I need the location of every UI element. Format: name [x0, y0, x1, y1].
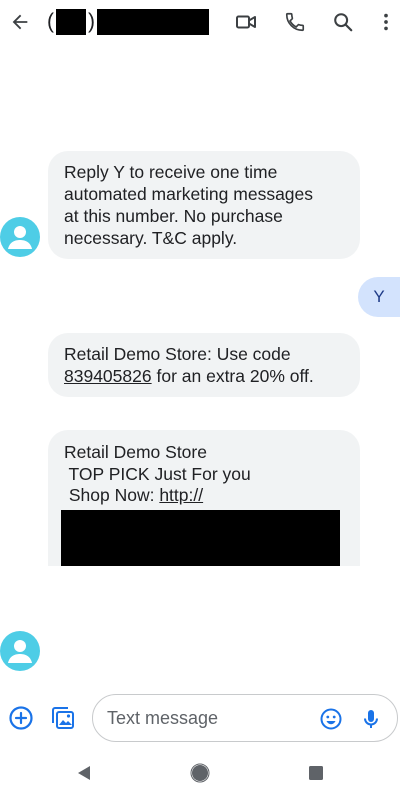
search-icon[interactable]	[330, 9, 356, 35]
redacted-link-preview	[61, 510, 340, 566]
gallery-icon[interactable]	[49, 704, 77, 732]
message-line: at this number. No purchase	[64, 206, 283, 226]
home-circle-icon[interactable]	[190, 763, 210, 783]
contact-close-paren: )	[88, 10, 95, 33]
redacted-area-code	[56, 9, 86, 35]
back-triangle-icon[interactable]	[74, 763, 94, 783]
more-vert-icon[interactable]	[373, 9, 399, 35]
redacted-contact-number	[97, 9, 209, 35]
compose-box	[92, 694, 398, 742]
mic-icon[interactable]	[357, 705, 385, 733]
phone-icon[interactable]	[282, 9, 308, 35]
shop-now-link[interactable]: http://	[159, 485, 203, 505]
incoming-message-promo-code[interactable]: Retail Demo Store: Use code 839405826 fo…	[48, 333, 360, 397]
system-nav-bar	[0, 745, 400, 800]
incoming-message-top-pick[interactable]: Retail Demo Store TOP PICK Just For you …	[48, 430, 360, 566]
message-line-prefix: Shop Now:	[64, 485, 160, 505]
video-call-icon[interactable]	[233, 9, 259, 35]
message-line: Retail Demo Store: Use code	[64, 344, 291, 364]
message-line: automated marketing messages	[64, 184, 314, 204]
outgoing-message[interactable]: Y	[358, 277, 400, 317]
arrow-back-icon[interactable]	[6, 8, 34, 36]
contact-open-paren: (	[47, 10, 54, 33]
message-line: necessary. T&C apply.	[64, 228, 238, 248]
avatar[interactable]	[0, 631, 40, 671]
message-line-rest: for an extra 20% off.	[151, 366, 314, 386]
message-line: Retail Demo Store	[64, 442, 207, 462]
avatar[interactable]	[0, 217, 40, 257]
app-bar: ( )	[0, 0, 400, 44]
recents-square-icon[interactable]	[306, 763, 326, 783]
message-input[interactable]	[107, 704, 307, 732]
incoming-message-optin[interactable]: Reply Y to receive one time automated ma…	[48, 151, 360, 259]
emoji-icon[interactable]	[317, 705, 345, 733]
message-line: Reply Y to receive one time	[64, 162, 278, 182]
outgoing-message-text: Y	[373, 287, 385, 306]
add-circle-icon[interactable]	[7, 704, 35, 732]
message-line: TOP PICK Just For you	[64, 463, 251, 484]
promo-code-link[interactable]: 839405826	[64, 366, 152, 386]
